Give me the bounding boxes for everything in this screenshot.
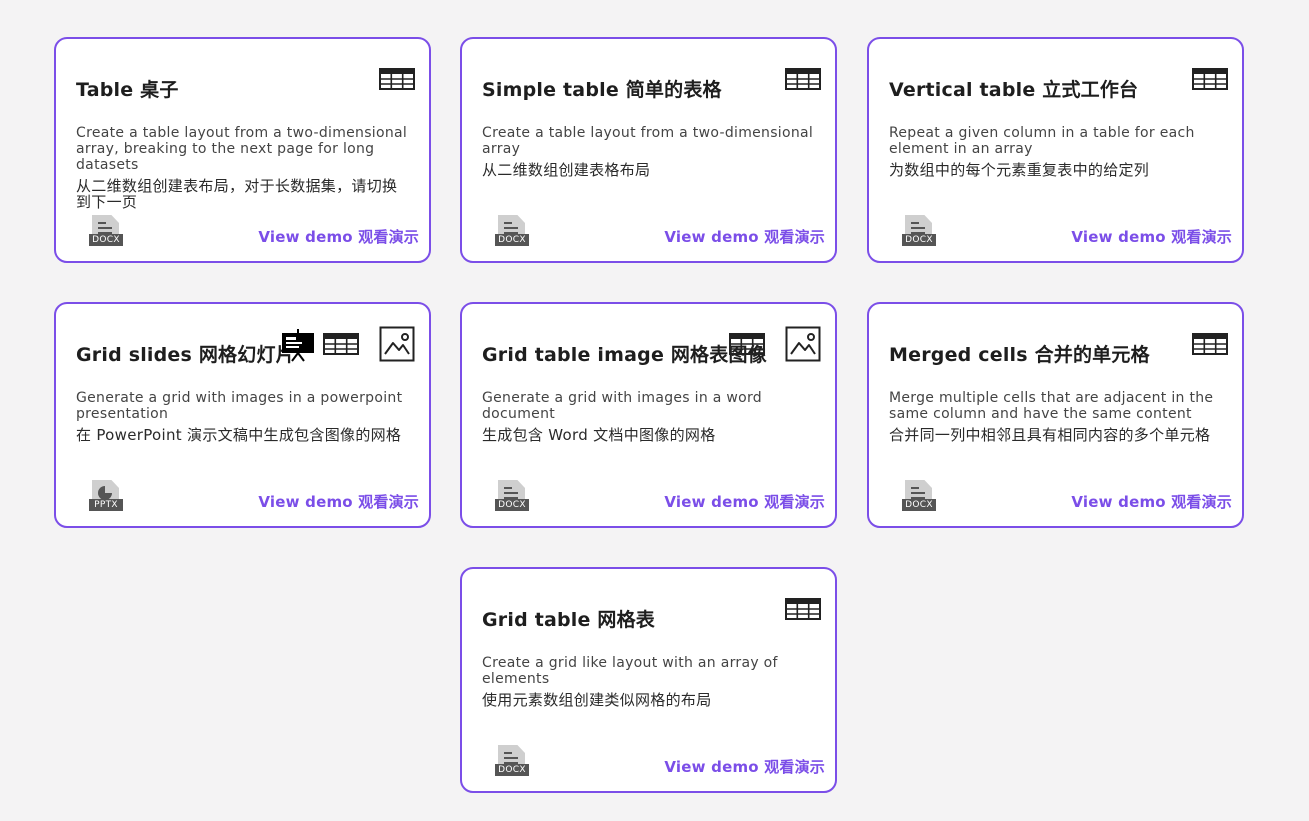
card-description-zh: 从二维数组创建表格布局 — [482, 161, 651, 179]
file-format-icon: DOCX — [495, 215, 529, 249]
file-format-icon: PPTX — [89, 480, 123, 514]
card-description: Generate a grid with images in a word do… — [482, 390, 818, 443]
content-type-icons — [765, 61, 821, 97]
card-description-zh: 合并同一列中相邻且具有相同内容的多个单元格 — [889, 426, 1211, 444]
file-format-label: DOCX — [902, 234, 936, 246]
image-icon — [379, 326, 415, 362]
content-type-icons — [765, 591, 821, 627]
view-demo-link[interactable]: View demo 观看演示 — [664, 491, 825, 512]
card-description: Create a table layout from a two-dimensi… — [76, 125, 412, 210]
table-icon — [1192, 68, 1228, 90]
card-description: Create a table layout from a two-dimensi… — [482, 125, 818, 178]
table-icon — [1192, 333, 1228, 355]
file-format-label: DOCX — [495, 234, 529, 246]
table-icon — [323, 333, 359, 355]
card-description-zh: 在 PowerPoint 演示文稿中生成包含图像的网格 — [76, 426, 402, 444]
template-card: Simple table 简单的表格 Create a table layout… — [460, 37, 837, 263]
view-demo-link[interactable]: View demo 观看演示 — [1071, 226, 1232, 247]
template-card: Grid table 网格表 Create a grid like layout… — [460, 567, 837, 793]
pie-chart-icon — [98, 486, 112, 500]
view-demo-link[interactable]: View demo 观看演示 — [258, 491, 419, 512]
file-format-label: DOCX — [902, 499, 936, 511]
view-demo-link[interactable]: View demo 观看演示 — [664, 226, 825, 247]
card-description-en: Merge multiple cells that are adjacent i… — [889, 390, 1214, 422]
card-description-zh: 使用元素数组创建类似网格的布局 — [482, 691, 712, 709]
file-format-label: DOCX — [495, 499, 529, 511]
view-demo-link[interactable]: View demo 观看演示 — [1071, 491, 1232, 512]
card-title: Merged cells 合并的单元格 — [889, 344, 1150, 366]
card-description-zh: 从二维数组创建表布局，对于长数据集，请切换到下一页 — [76, 177, 398, 211]
template-card: Table 桌子 Create a table layout from a tw… — [54, 37, 431, 263]
slides-icon — [282, 329, 314, 362]
file-format-label: PPTX — [89, 499, 123, 511]
content-type-icons — [709, 326, 821, 362]
template-card: Merged cells 合并的单元格 Merge multiple cells… — [867, 302, 1244, 528]
file-format-label: DOCX — [89, 234, 123, 246]
table-icon — [729, 333, 765, 355]
card-description: Repeat a given column in a table for eac… — [889, 125, 1225, 178]
card-description-en: Create a table layout from a two-dimensi… — [482, 125, 814, 157]
card-description-zh: 为数组中的每个元素重复表中的给定列 — [889, 161, 1150, 179]
card-description-en: Create a grid like layout with an array … — [482, 655, 778, 687]
card-description-en: Repeat a given column in a table for eac… — [889, 125, 1195, 157]
image-icon — [785, 326, 821, 362]
card-description: Generate a grid with images in a powerpo… — [76, 390, 412, 443]
view-demo-link[interactable]: View demo 观看演示 — [258, 226, 419, 247]
file-format-label: DOCX — [495, 764, 529, 776]
template-card: Grid slides 网格幻灯片 Generate a grid with i… — [54, 302, 431, 528]
table-icon — [379, 68, 415, 90]
card-description-en: Generate a grid with images in a powerpo… — [76, 390, 403, 422]
card-title: Grid table 网格表 — [482, 609, 656, 631]
file-format-icon: DOCX — [902, 215, 936, 249]
file-format-icon: DOCX — [495, 480, 529, 514]
card-title: Grid table image 网格表图像 — [482, 344, 767, 366]
file-format-icon: DOCX — [902, 480, 936, 514]
file-format-icon: DOCX — [89, 215, 123, 249]
content-type-icons — [1172, 326, 1228, 362]
table-icon — [785, 598, 821, 620]
card-description-en: Create a table layout from a two-dimensi… — [76, 125, 408, 173]
view-demo-link[interactable]: View demo 观看演示 — [664, 756, 825, 777]
template-card: Vertical table 立式工作台 Repeat a given colu… — [867, 37, 1244, 263]
card-description-zh: 生成包含 Word 文档中图像的网格 — [482, 426, 716, 444]
card-description: Create a grid like layout with an array … — [482, 655, 818, 708]
file-format-icon: DOCX — [495, 745, 529, 779]
table-icon — [785, 68, 821, 90]
content-type-icons — [1172, 61, 1228, 97]
card-title: Vertical table 立式工作台 — [889, 79, 1139, 101]
card-title: Simple table 简单的表格 — [482, 79, 722, 101]
content-type-icons — [261, 326, 415, 362]
template-card-grid: Table 桌子 Create a table layout from a tw… — [0, 0, 1309, 821]
card-description: Merge multiple cells that are adjacent i… — [889, 390, 1225, 443]
content-type-icons — [359, 61, 415, 97]
template-card: Grid table image 网格表图像 Generate a grid w… — [460, 302, 837, 528]
card-title: Table 桌子 — [76, 79, 179, 101]
card-description-en: Generate a grid with images in a word do… — [482, 390, 762, 422]
